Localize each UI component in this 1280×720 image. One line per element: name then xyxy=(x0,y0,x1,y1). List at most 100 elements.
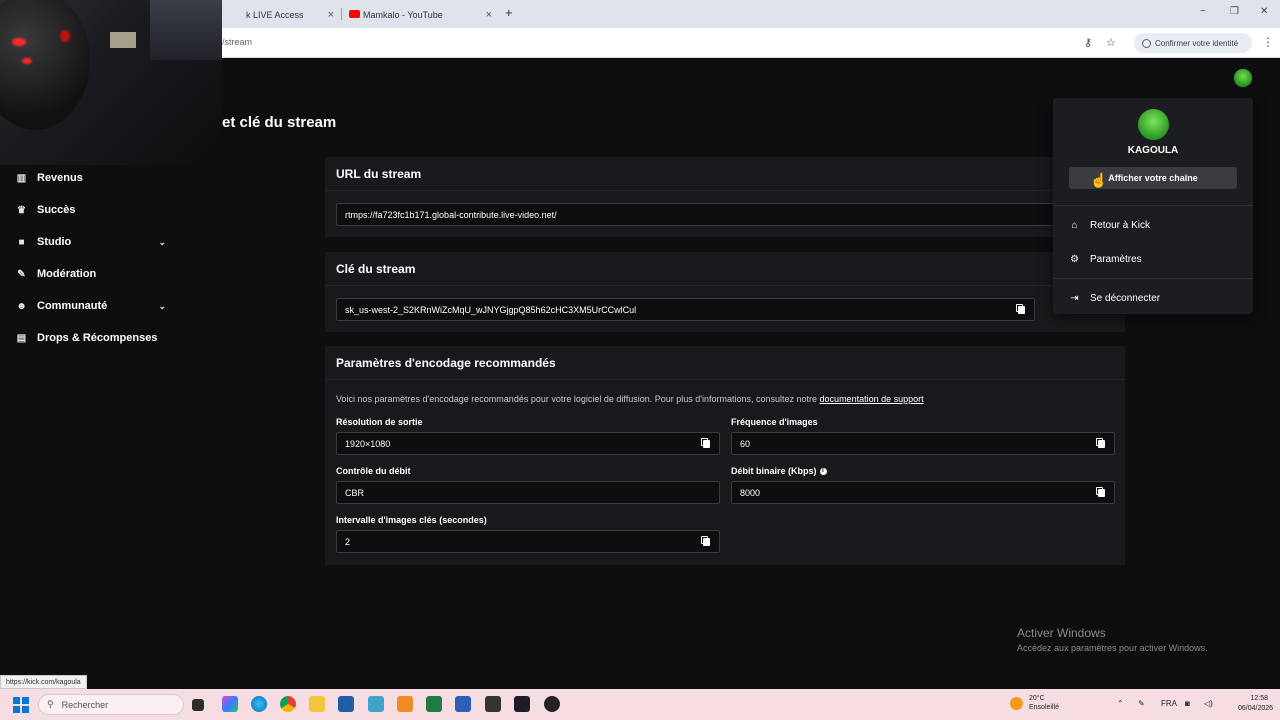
password-key-icon[interactable]: ⚷ xyxy=(1084,36,1092,49)
username: KAGOULA xyxy=(1127,145,1179,156)
search-icon: ⚲ xyxy=(47,699,54,709)
hand-cursor-icon: ☝ xyxy=(1090,172,1108,188)
encoding-panel: Paramètres d'encodage recommandés Voici … xyxy=(325,346,1125,565)
tab-title: Mamkalo - YouTube xyxy=(363,10,443,20)
encoding-heading: Paramètres d'encodage recommandés xyxy=(325,346,1125,380)
copy-icon[interactable] xyxy=(1098,489,1106,497)
status-bar-link: https://kick.com/kagoula xyxy=(0,675,87,689)
windows-start-icon[interactable] xyxy=(13,697,29,713)
divider xyxy=(1053,278,1253,279)
rate-control-field[interactable]: CBR xyxy=(336,481,720,504)
maximize-button[interactable]: ❐ xyxy=(1230,6,1239,17)
weather-desc: Ensoleillé xyxy=(1029,704,1059,711)
profile-dropdown: KAGOULA Afficher votre chaîne ⌂ Retour à… xyxy=(1053,98,1253,314)
edge-icon[interactable] xyxy=(251,696,267,712)
resolution-value: 1920×1080 xyxy=(345,438,391,449)
davinci-icon[interactable] xyxy=(514,696,530,712)
profile-icon xyxy=(1142,38,1151,48)
sidebar-item-revenus[interactable]: ▥ Revenus xyxy=(16,166,166,190)
tab-kick-live-access[interactable]: k LIVE Access × xyxy=(222,4,340,26)
close-tab-icon[interactable]: × xyxy=(328,9,334,21)
chevron-down-icon[interactable]: ⌄ xyxy=(158,301,166,312)
keyframe-label: Intervalle d'images clés (secondes) xyxy=(336,515,487,525)
tab-youtube[interactable]: Mamkalo - YouTube × xyxy=(343,4,498,26)
close-window-button[interactable]: ✕ xyxy=(1260,6,1268,17)
new-tab-button[interactable]: + xyxy=(505,5,513,20)
network-icon[interactable]: ◙ xyxy=(1185,699,1190,708)
sidebar-item-label: Communauté xyxy=(37,300,108,312)
framerate-value: 60 xyxy=(740,438,751,449)
webcam-person xyxy=(0,0,90,130)
trophy-icon: ♛ xyxy=(17,204,26,216)
sidebar-item-moderation[interactable]: ✎ Modération xyxy=(16,262,166,286)
bitrate-field[interactable]: 8000 xyxy=(731,481,1115,504)
screen: k LIVE Access × Mamkalo - YouTube × + − … xyxy=(0,0,1280,720)
stream-url-field[interactable]: rtmps://fa723fc1b171.global-contribute.l… xyxy=(336,203,1116,226)
file-explorer-icon[interactable] xyxy=(309,696,325,712)
sidebar-item-succes[interactable]: ♛ Succès xyxy=(16,198,166,222)
activate-windows-title: Activer Windows xyxy=(1017,626,1106,640)
webcam-background-window xyxy=(110,32,136,48)
clock[interactable]: 12:58 06/04/2026 xyxy=(1238,694,1274,714)
stream-key-panel: Clé du stream sk_us-west-2_S2KRnWiZcMqU_… xyxy=(325,252,1125,332)
obs-icon[interactable] xyxy=(544,696,560,712)
sidebar-item-studio[interactable]: ■ Studio ⌄ xyxy=(16,230,166,254)
menu-item-settings[interactable]: ⚙ Paramètres xyxy=(1069,249,1142,269)
bookmark-star-icon[interactable]: ☆ xyxy=(1106,36,1116,49)
volume-icon[interactable]: ◁) xyxy=(1204,699,1213,708)
sidebar-item-communaute[interactable]: ☻ Communauté ⌄ xyxy=(16,294,166,318)
users-icon: ☻ xyxy=(16,300,27,312)
copy-icon[interactable] xyxy=(1098,440,1106,448)
word-icon[interactable] xyxy=(455,696,471,712)
avatar xyxy=(1138,109,1169,140)
sidebar-item-label: Modération xyxy=(37,268,97,280)
menu-item-back-to-kick[interactable]: ⌂ Retour à Kick xyxy=(1069,215,1150,235)
pen-icon[interactable]: ✎ xyxy=(1138,699,1145,708)
resolution-field[interactable]: 1920×1080 xyxy=(336,432,720,455)
search-placeholder: Rechercher xyxy=(61,699,109,710)
stream-key-field[interactable]: sk_us-west-2_S2KRnWiZcMqU_wJNYGjgpQ85h62… xyxy=(336,298,1035,321)
gift-icon: ▤ xyxy=(16,332,27,344)
close-tab-icon[interactable]: × xyxy=(486,9,492,21)
resolution-label: Résolution de sortie xyxy=(336,417,423,427)
browser-menu-icon[interactable]: ⋮ xyxy=(1262,35,1274,49)
menu-item-logout[interactable]: ⇥ Se déconnecter xyxy=(1069,288,1160,308)
confirm-identity-button[interactable]: Confirmer votre identité xyxy=(1134,33,1252,53)
user-avatar-button[interactable] xyxy=(1233,68,1253,88)
chevron-down-icon[interactable]: ⌄ xyxy=(158,237,166,248)
stream-url-heading: URL du stream xyxy=(325,157,1125,191)
tray-chevron-icon[interactable]: ⌃ xyxy=(1117,699,1124,708)
webcam-headphone-light xyxy=(60,30,70,42)
sidebar-item-drops[interactable]: ▤ Drops & Récompenses xyxy=(16,326,216,350)
url-field[interactable]: /stream xyxy=(222,37,252,47)
bitrate-label: Débit binaire (Kbps) i xyxy=(731,466,827,476)
taskbar: ⚲ Rechercher 20°C Ensoleillé ⌃ ✎ FRA ◙ ◁… xyxy=(0,689,1280,720)
store-icon[interactable] xyxy=(338,696,354,712)
copy-icon[interactable] xyxy=(1018,306,1026,314)
home-icon: ⌂ xyxy=(1071,219,1078,231)
rate-control-label: Contrôle du débit xyxy=(336,466,411,476)
app-icon[interactable] xyxy=(485,696,501,712)
keyframe-value: 2 xyxy=(345,536,351,547)
framerate-field[interactable]: 60 xyxy=(731,432,1115,455)
clock-date: 06/04/2026 xyxy=(1238,705,1274,712)
clock-time: 12:58 xyxy=(1250,695,1268,702)
excel-icon[interactable] xyxy=(426,696,442,712)
copilot-icon[interactable] xyxy=(222,696,238,712)
task-view-icon[interactable] xyxy=(192,699,204,711)
language-indicator[interactable]: FRA xyxy=(1161,699,1177,708)
info-icon[interactable]: i xyxy=(819,468,827,476)
copy-icon[interactable] xyxy=(703,538,711,546)
keyframe-field[interactable]: 2 xyxy=(336,530,720,553)
support-docs-link[interactable]: documentation de support xyxy=(820,394,924,404)
minimize-button[interactable]: − xyxy=(1200,6,1206,17)
copy-icon[interactable] xyxy=(703,440,711,448)
encoding-description: Voici nos paramètres d'encodage recomman… xyxy=(336,394,924,404)
tab-separator xyxy=(341,8,342,20)
page-title: et clé du stream xyxy=(222,114,337,131)
weather-widget[interactable]: 20°C Ensoleillé xyxy=(1029,694,1059,712)
app-icon[interactable] xyxy=(368,696,384,712)
app-icon[interactable] xyxy=(397,696,413,712)
chrome-icon[interactable] xyxy=(280,696,296,712)
taskbar-search[interactable]: ⚲ Rechercher xyxy=(38,694,184,715)
